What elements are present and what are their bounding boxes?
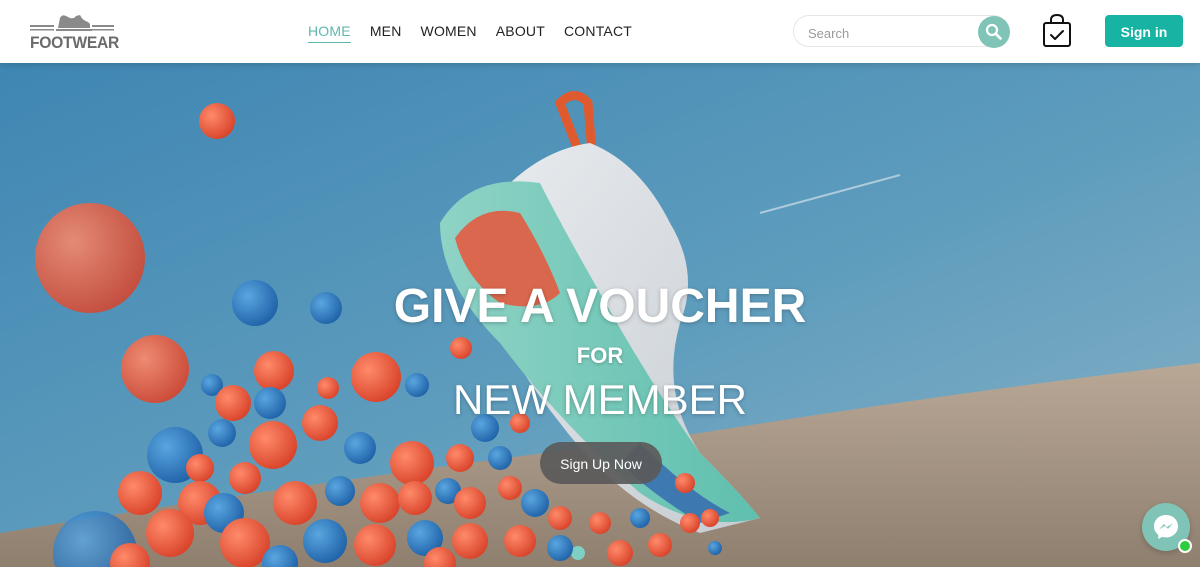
hero-title: GIVE A VOUCHER bbox=[393, 280, 807, 333]
shopping-bag-check-icon bbox=[1043, 13, 1071, 47]
hero-banner: GIVE A VOUCHER FOR NEW MEMBER Sign Up No… bbox=[0, 63, 1200, 567]
sign-in-button[interactable]: Sign in bbox=[1105, 15, 1183, 47]
search-icon bbox=[985, 23, 1002, 40]
shoe-logo-icon bbox=[30, 15, 114, 31]
logo-text: FOOTWEAR bbox=[30, 33, 120, 52]
search-box bbox=[793, 15, 1010, 48]
nav-item-contact[interactable]: CONTACT bbox=[564, 22, 632, 43]
messenger-icon bbox=[1154, 515, 1178, 539]
nav-item-about[interactable]: ABOUT bbox=[496, 22, 545, 43]
nav-item-men[interactable]: MEN bbox=[370, 22, 402, 43]
sign-up-now-button[interactable]: Sign Up Now bbox=[540, 442, 662, 484]
search-input[interactable] bbox=[806, 23, 970, 43]
hero-connector: FOR bbox=[576, 343, 624, 368]
nav-item-home[interactable]: HOME bbox=[308, 22, 351, 43]
search-button[interactable] bbox=[978, 16, 1010, 48]
cart-button[interactable] bbox=[1041, 13, 1073, 48]
site-header: FOOTWEAR HOME MEN WOMEN ABOUT CONTACT Si… bbox=[0, 0, 1200, 63]
nav-item-women[interactable]: WOMEN bbox=[421, 22, 477, 43]
main-nav: HOME MEN WOMEN ABOUT CONTACT bbox=[308, 22, 632, 43]
hero-subtitle: NEW MEMBER bbox=[453, 376, 747, 423]
brand-logo[interactable]: FOOTWEAR bbox=[30, 10, 120, 54]
online-status-dot bbox=[1178, 539, 1192, 553]
messenger-chat-button[interactable] bbox=[1142, 503, 1192, 553]
